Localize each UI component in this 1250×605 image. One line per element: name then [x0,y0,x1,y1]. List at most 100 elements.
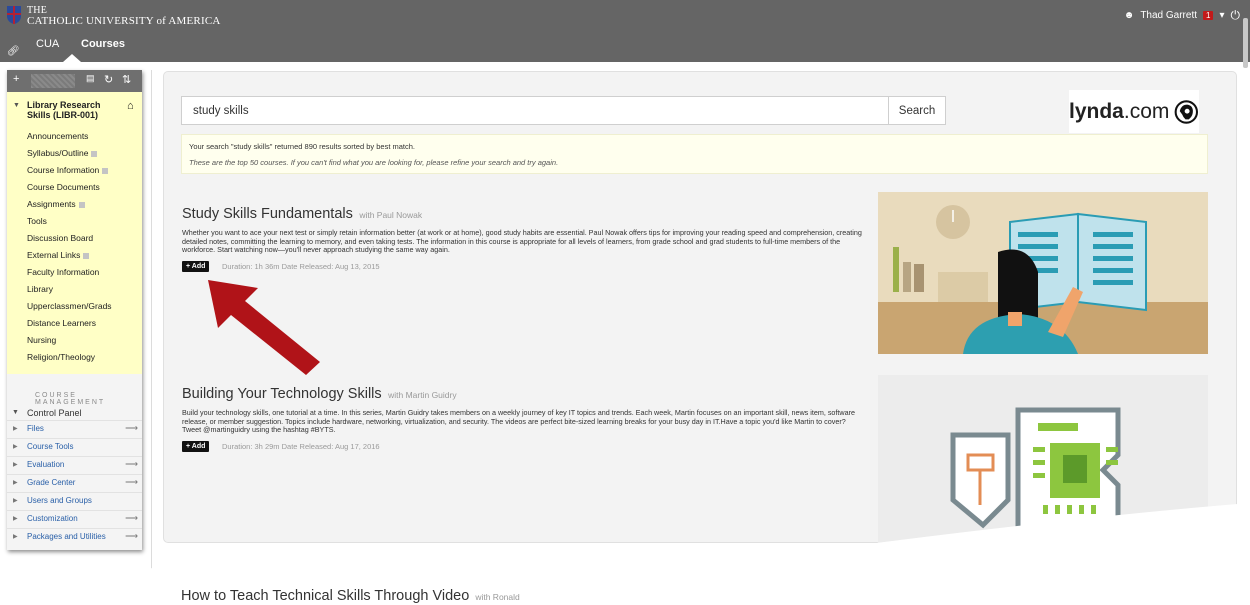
refine-hint-text: These are the top 50 courses. If you can… [189,158,559,167]
course-result: How to Teach Technical Skills Through Vi… [181,588,520,604]
sidebar-item-label: Distance Learners [27,318,96,328]
cp-item-course-tools[interactable]: ▶ Course Tools [7,438,142,456]
university-crest-icon[interactable] [6,5,22,25]
course-description: Build your technology skills, one tutori… [182,408,855,435]
cp-item-grade-center[interactable]: ▶ Grade Center ⟶ [7,474,142,492]
lynda-wordmark-rest: .com [1123,99,1170,123]
course-duration-date: Duration: 3h 29m Date Released: Aug 17, … [222,441,380,451]
sidebar-toolbar: + ▤ ↻ ⇅ [7,70,142,92]
add-menu-item-icon[interactable]: + [13,73,19,85]
top-bar: THE CATHOLIC UNIVERSITY of AMERICA CUA C… [0,0,1250,62]
course-result: Study Skills Fundamentals with Paul Nowa… [182,205,862,273]
cp-item-label: Course Tools [27,442,74,451]
sidebar-item-course-information[interactable]: Course Information [27,165,109,175]
sidebar-item-syllabus[interactable]: Syllabus/Outline [27,148,98,158]
sidebar-item-label: External Links [27,250,81,260]
chevron-down-icon[interactable]: ▾ [1219,10,1224,21]
sidebar-item-label: Course Information [27,165,100,175]
content-area-icon [102,167,109,174]
tab-courses[interactable]: Courses [81,38,125,50]
sidebar-item-label: Discussion Board [27,233,94,243]
sidebar-item-library[interactable]: Library [27,284,53,294]
course-title[interactable]: How to Teach Technical Skills Through Vi… [181,588,469,604]
refresh-icon[interactable]: ↻ [104,73,113,86]
course-meta: + Add Duration: 3h 29m Date Released: Au… [182,440,862,453]
lynda-wordmark-bold: lynda [1069,99,1124,123]
course-meta: + Add Duration: 1h 36m Date Released: Au… [182,260,862,273]
course-menu: ▼ Library Research Skills (LIBR-001) ⌂ A… [7,92,142,374]
expand-arrow-icon: ▶ [13,426,18,432]
course-result: Building Your Technology Skills with Mar… [182,385,862,453]
power-icon[interactable]: ⏻ [1231,8,1241,23]
expand-arrow-icon: ▶ [13,462,18,468]
course-title[interactable]: Study Skills Fundamentals [182,206,353,222]
course-management-heading: COURSE MANAGEMENT [35,392,106,406]
sidebar-item-label: Nursing [27,335,57,345]
cp-item-label: Files [27,424,44,433]
course-title[interactable]: Library Research Skills (LIBR-001) [27,100,122,120]
sidebar-item-label: Upperclassmen/Grads [27,301,112,311]
sidebar-item-discussion-board[interactable]: Discussion Board [27,233,93,243]
home-icon[interactable]: ⌂ [127,100,134,112]
collapse-caret-icon[interactable]: ▼ [12,409,19,416]
sidebar-item-nursing[interactable]: Nursing [27,335,56,345]
sidebar-item-tools[interactable]: Tools [27,216,47,226]
expand-arrow-icon: ▶ [13,444,18,450]
course-duration-date: Duration: 1h 36m Date Released: Aug 13, … [222,261,380,271]
course-sidebar: + ▤ ↻ ⇅ ▼ Library Research Skills (LIBR-… [7,70,142,550]
course-author: with Ronald [475,592,520,602]
lynda-wordmark: lynda.com [1069,100,1169,124]
add-course-button[interactable]: + Add [182,440,210,452]
sidebar-item-course-documents[interactable]: Course Documents [27,182,100,192]
notification-badge[interactable]: 1 [1203,11,1214,20]
user-icon: ☻ [1123,10,1135,21]
link-icon[interactable]: 🔗︎ [7,46,20,57]
sidebar-item-religion-theology[interactable]: Religion/Theology [27,352,95,362]
sidebar-item-label: Library [27,284,53,294]
course-title-row: Study Skills Fundamentals with Paul Nowa… [182,205,862,223]
search-button[interactable]: Search [888,96,946,125]
course-title-row: Building Your Technology Skills with Mar… [182,385,862,403]
sidebar-item-label: Course Documents [27,182,100,192]
sidebar-item-distance-learners[interactable]: Distance Learners [27,318,96,328]
page-scrollbar[interactable] [1243,18,1248,68]
collapse-caret-icon[interactable]: ▼ [13,102,20,109]
reorder-icon[interactable]: ⇅ [122,73,131,86]
sidebar-item-label: Religion/Theology [27,352,96,362]
results-count-text: Your search "study skills" returned 890 … [189,142,415,151]
user-menu: ☻ Thad Garrett 1 ▾ ⏻ [1124,8,1240,23]
user-name[interactable]: Thad Garrett [1140,10,1197,21]
content-area-icon [78,201,85,208]
sidebar-item-label: Assignments [27,199,76,209]
folder-view-icon[interactable]: ▤ [86,73,95,84]
course-title[interactable]: Building Your Technology Skills [182,386,382,402]
university-name-line2: CATHOLIC UNIVERSITY of AMERICA [27,15,221,27]
arrow-right-icon: ⟶ [125,477,138,487]
cp-item-evaluation[interactable]: ▶ Evaluation ⟶ [7,456,142,474]
sidebar-item-label: Announcements [27,131,89,141]
sidebar-item-assignments[interactable]: Assignments [27,199,85,209]
sidebar-item-label: Syllabus/Outline [27,148,89,158]
search-input[interactable] [181,96,891,125]
course-author: with Martin Guidry [388,390,457,400]
cp-item-files[interactable]: ▶ Files ⟶ [7,420,142,438]
cp-item-label: Grade Center [27,478,76,487]
search-results-notice: Your search "study skills" returned 890 … [181,134,1208,174]
sidebar-item-label: Faculty Information [27,267,100,277]
sidebar-item-announcements[interactable]: Announcements [27,131,88,141]
red-arrow-annotation [208,280,320,375]
control-panel-label[interactable]: Control Panel [27,408,82,418]
sidebar-item-faculty-information[interactable]: Faculty Information [27,267,99,277]
content-area-icon [83,252,90,259]
course-author: with Paul Nowak [359,210,423,220]
sidebar-quick-search[interactable] [31,74,75,88]
sidebar-item-external-links[interactable]: External Links [27,250,90,260]
sidebar-item-label: Tools [27,216,47,226]
arrow-right-icon: ⟶ [125,459,138,469]
tab-cua[interactable]: CUA [36,38,59,50]
content-area-icon [91,150,98,157]
course-thumbnail[interactable] [878,192,1208,354]
sidebar-item-upperclassmen-grads[interactable]: Upperclassmen/Grads [27,301,112,311]
university-name[interactable]: THE CATHOLIC UNIVERSITY of AMERICA [27,6,221,27]
add-course-button[interactable]: + Add [182,260,210,272]
